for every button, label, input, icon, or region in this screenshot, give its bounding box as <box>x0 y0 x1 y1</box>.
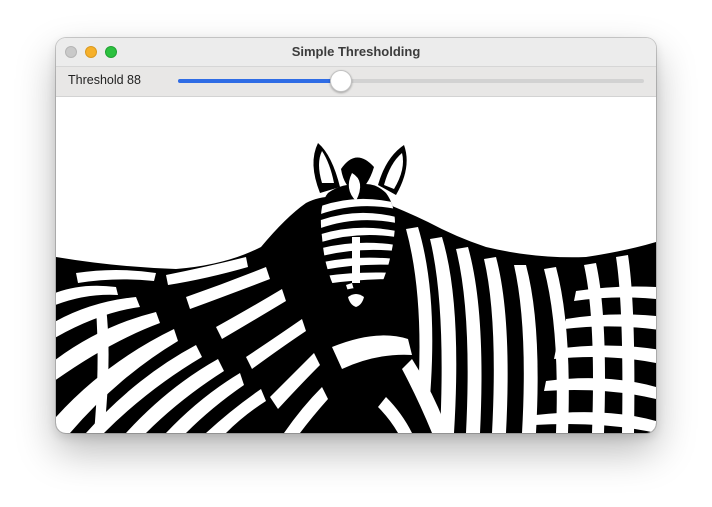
title-bar: Simple Thresholding <box>56 38 656 67</box>
threshold-toolbar: Threshold 88 <box>56 67 656 97</box>
zebra-image <box>56 143 656 433</box>
threshold-label: Threshold 88 <box>68 73 141 87</box>
thresholded-image <box>56 97 656 433</box>
app-window: Simple Thresholding Threshold 88 <box>56 38 656 433</box>
window-title: Simple Thresholding <box>291 44 421 59</box>
slider-thumb[interactable] <box>330 70 352 92</box>
slider-fill <box>178 79 341 83</box>
threshold-slider[interactable] <box>178 70 644 92</box>
